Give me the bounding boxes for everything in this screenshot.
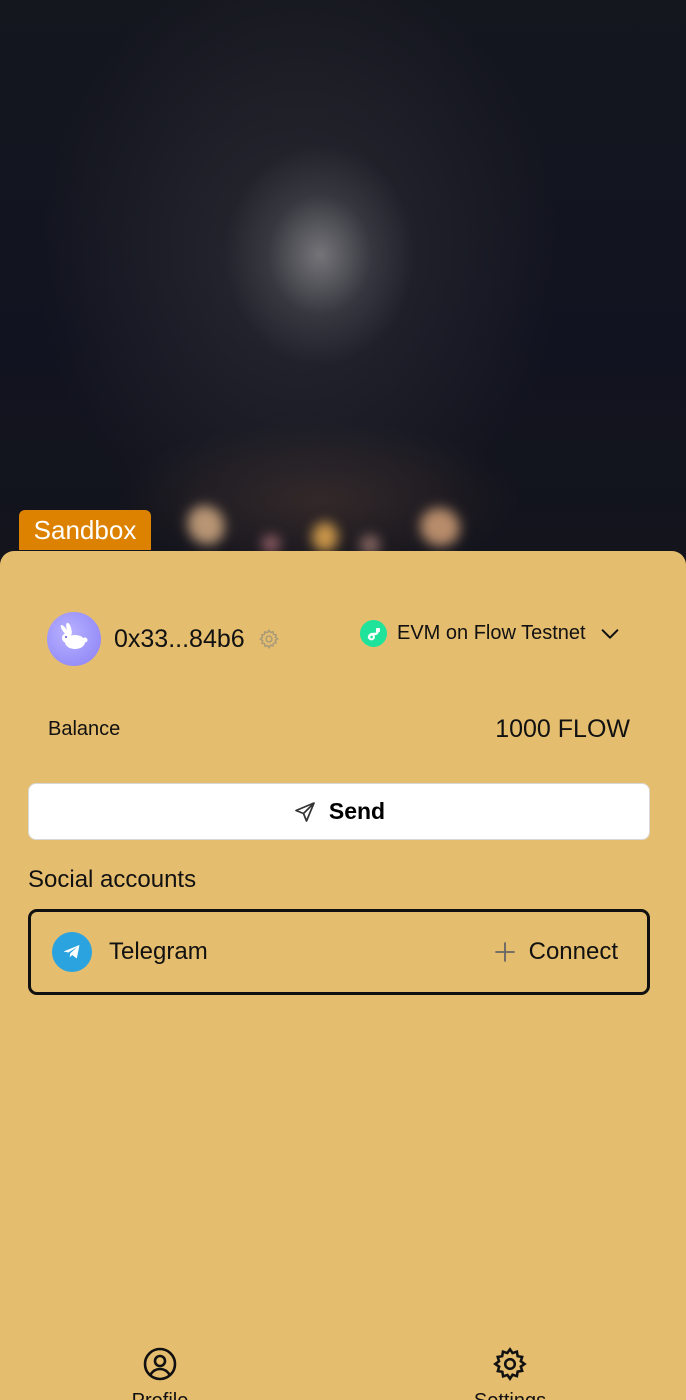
telegram-icon [52, 932, 92, 972]
tab-profile-label: Profile [132, 1390, 189, 1400]
hero-light-5 [413, 501, 467, 553]
social-accounts-title: Social accounts [28, 866, 197, 893]
wallet-address[interactable]: 0x33...84b6 [114, 625, 245, 654]
gear-icon [493, 1347, 527, 1381]
tab-profile[interactable]: Profile [100, 1346, 220, 1400]
rabbit-avatar-icon[interactable] [47, 612, 101, 666]
chevron-down-icon [601, 628, 618, 639]
user-circle-icon [143, 1347, 177, 1381]
send-label: Send [328, 798, 386, 824]
tab-settings[interactable]: Settings [450, 1346, 570, 1400]
gear-icon[interactable] [257, 627, 281, 651]
balance-label: Balance [48, 718, 121, 740]
send-icon [295, 801, 315, 822]
network-selector[interactable]: EVM on Flow Testnet [360, 620, 621, 647]
hero-light-1 [180, 498, 232, 552]
network-label: EVM on Flow Testnet [397, 622, 586, 644]
telegram-account-card: Telegram Connect [28, 909, 650, 995]
hero-background [0, 0, 686, 560]
sandbox-badge: Sandbox [19, 510, 151, 550]
telegram-label: Telegram [109, 938, 208, 965]
tab-settings-label: Settings [474, 1390, 546, 1400]
account-row: 0x33...84b6 [47, 612, 281, 666]
hero-light-2 [312, 522, 338, 552]
send-button[interactable]: Send [28, 783, 650, 840]
connect-label: Connect [528, 938, 618, 965]
flow-network-icon [360, 620, 387, 647]
balance-value: 1000 FLOW [495, 715, 630, 743]
connect-telegram-button[interactable]: Connect [493, 938, 618, 966]
plus-icon [494, 942, 515, 962]
